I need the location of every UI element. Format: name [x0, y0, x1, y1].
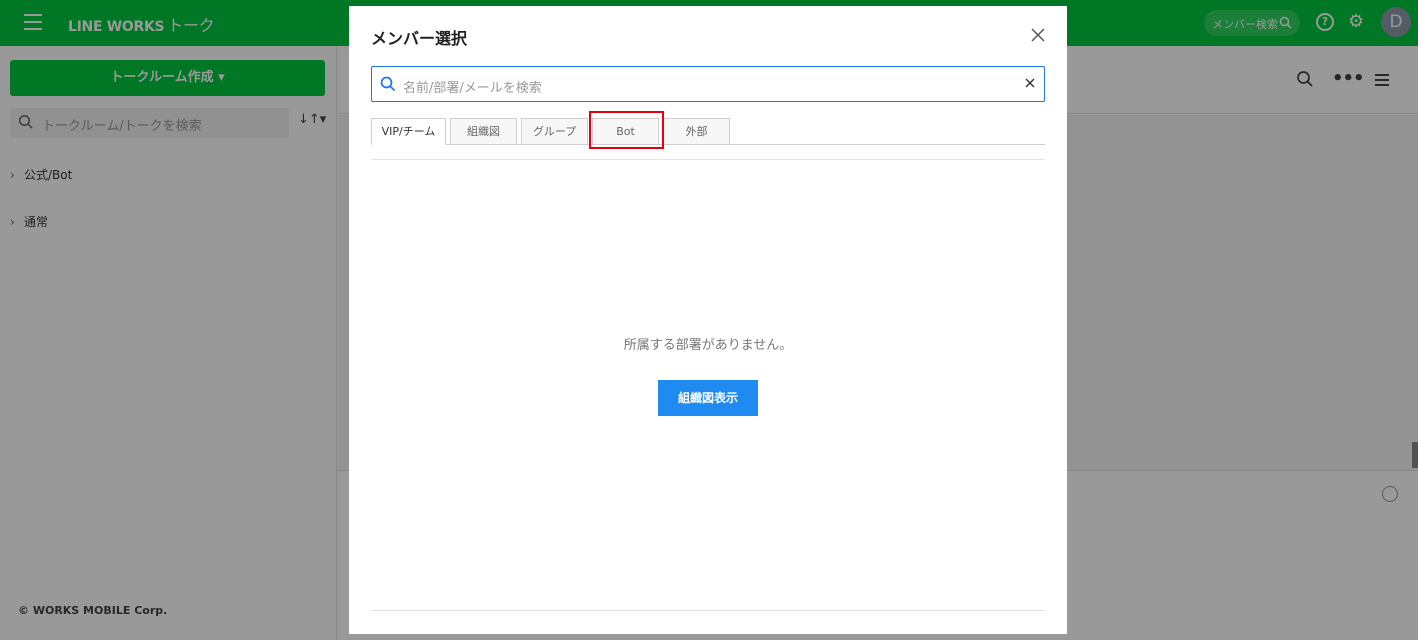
clear-icon[interactable] — [1024, 77, 1036, 89]
member-search-placeholder: 名前/部署/メールを検索 — [403, 81, 542, 96]
member-search-input[interactable]: 名前/部署/メールを検索 — [371, 66, 1045, 102]
show-org-chart-button[interactable]: 組織図表示 — [658, 380, 758, 416]
divider — [371, 159, 1045, 160]
tab-vip-team[interactable]: VIP/チーム — [371, 118, 446, 145]
tab-org-chart[interactable]: 組織図 — [450, 118, 517, 145]
divider — [371, 610, 1045, 611]
search-icon — [380, 76, 396, 92]
tab-group[interactable]: グループ — [521, 118, 588, 145]
highlight-box — [589, 111, 664, 149]
close-icon[interactable] — [1029, 26, 1047, 44]
dialog-title: メンバー選択 — [371, 29, 468, 48]
tab-external[interactable]: 外部 — [663, 118, 730, 145]
member-select-dialog: メンバー選択 名前/部署/メールを検索 VIP/チーム 組織図 グループ Bot… — [349, 6, 1067, 634]
member-tabs: VIP/チーム 組織図 グループ Bot 外部 — [371, 118, 1045, 145]
empty-message: 所属する部署がありません。 — [623, 338, 793, 353]
